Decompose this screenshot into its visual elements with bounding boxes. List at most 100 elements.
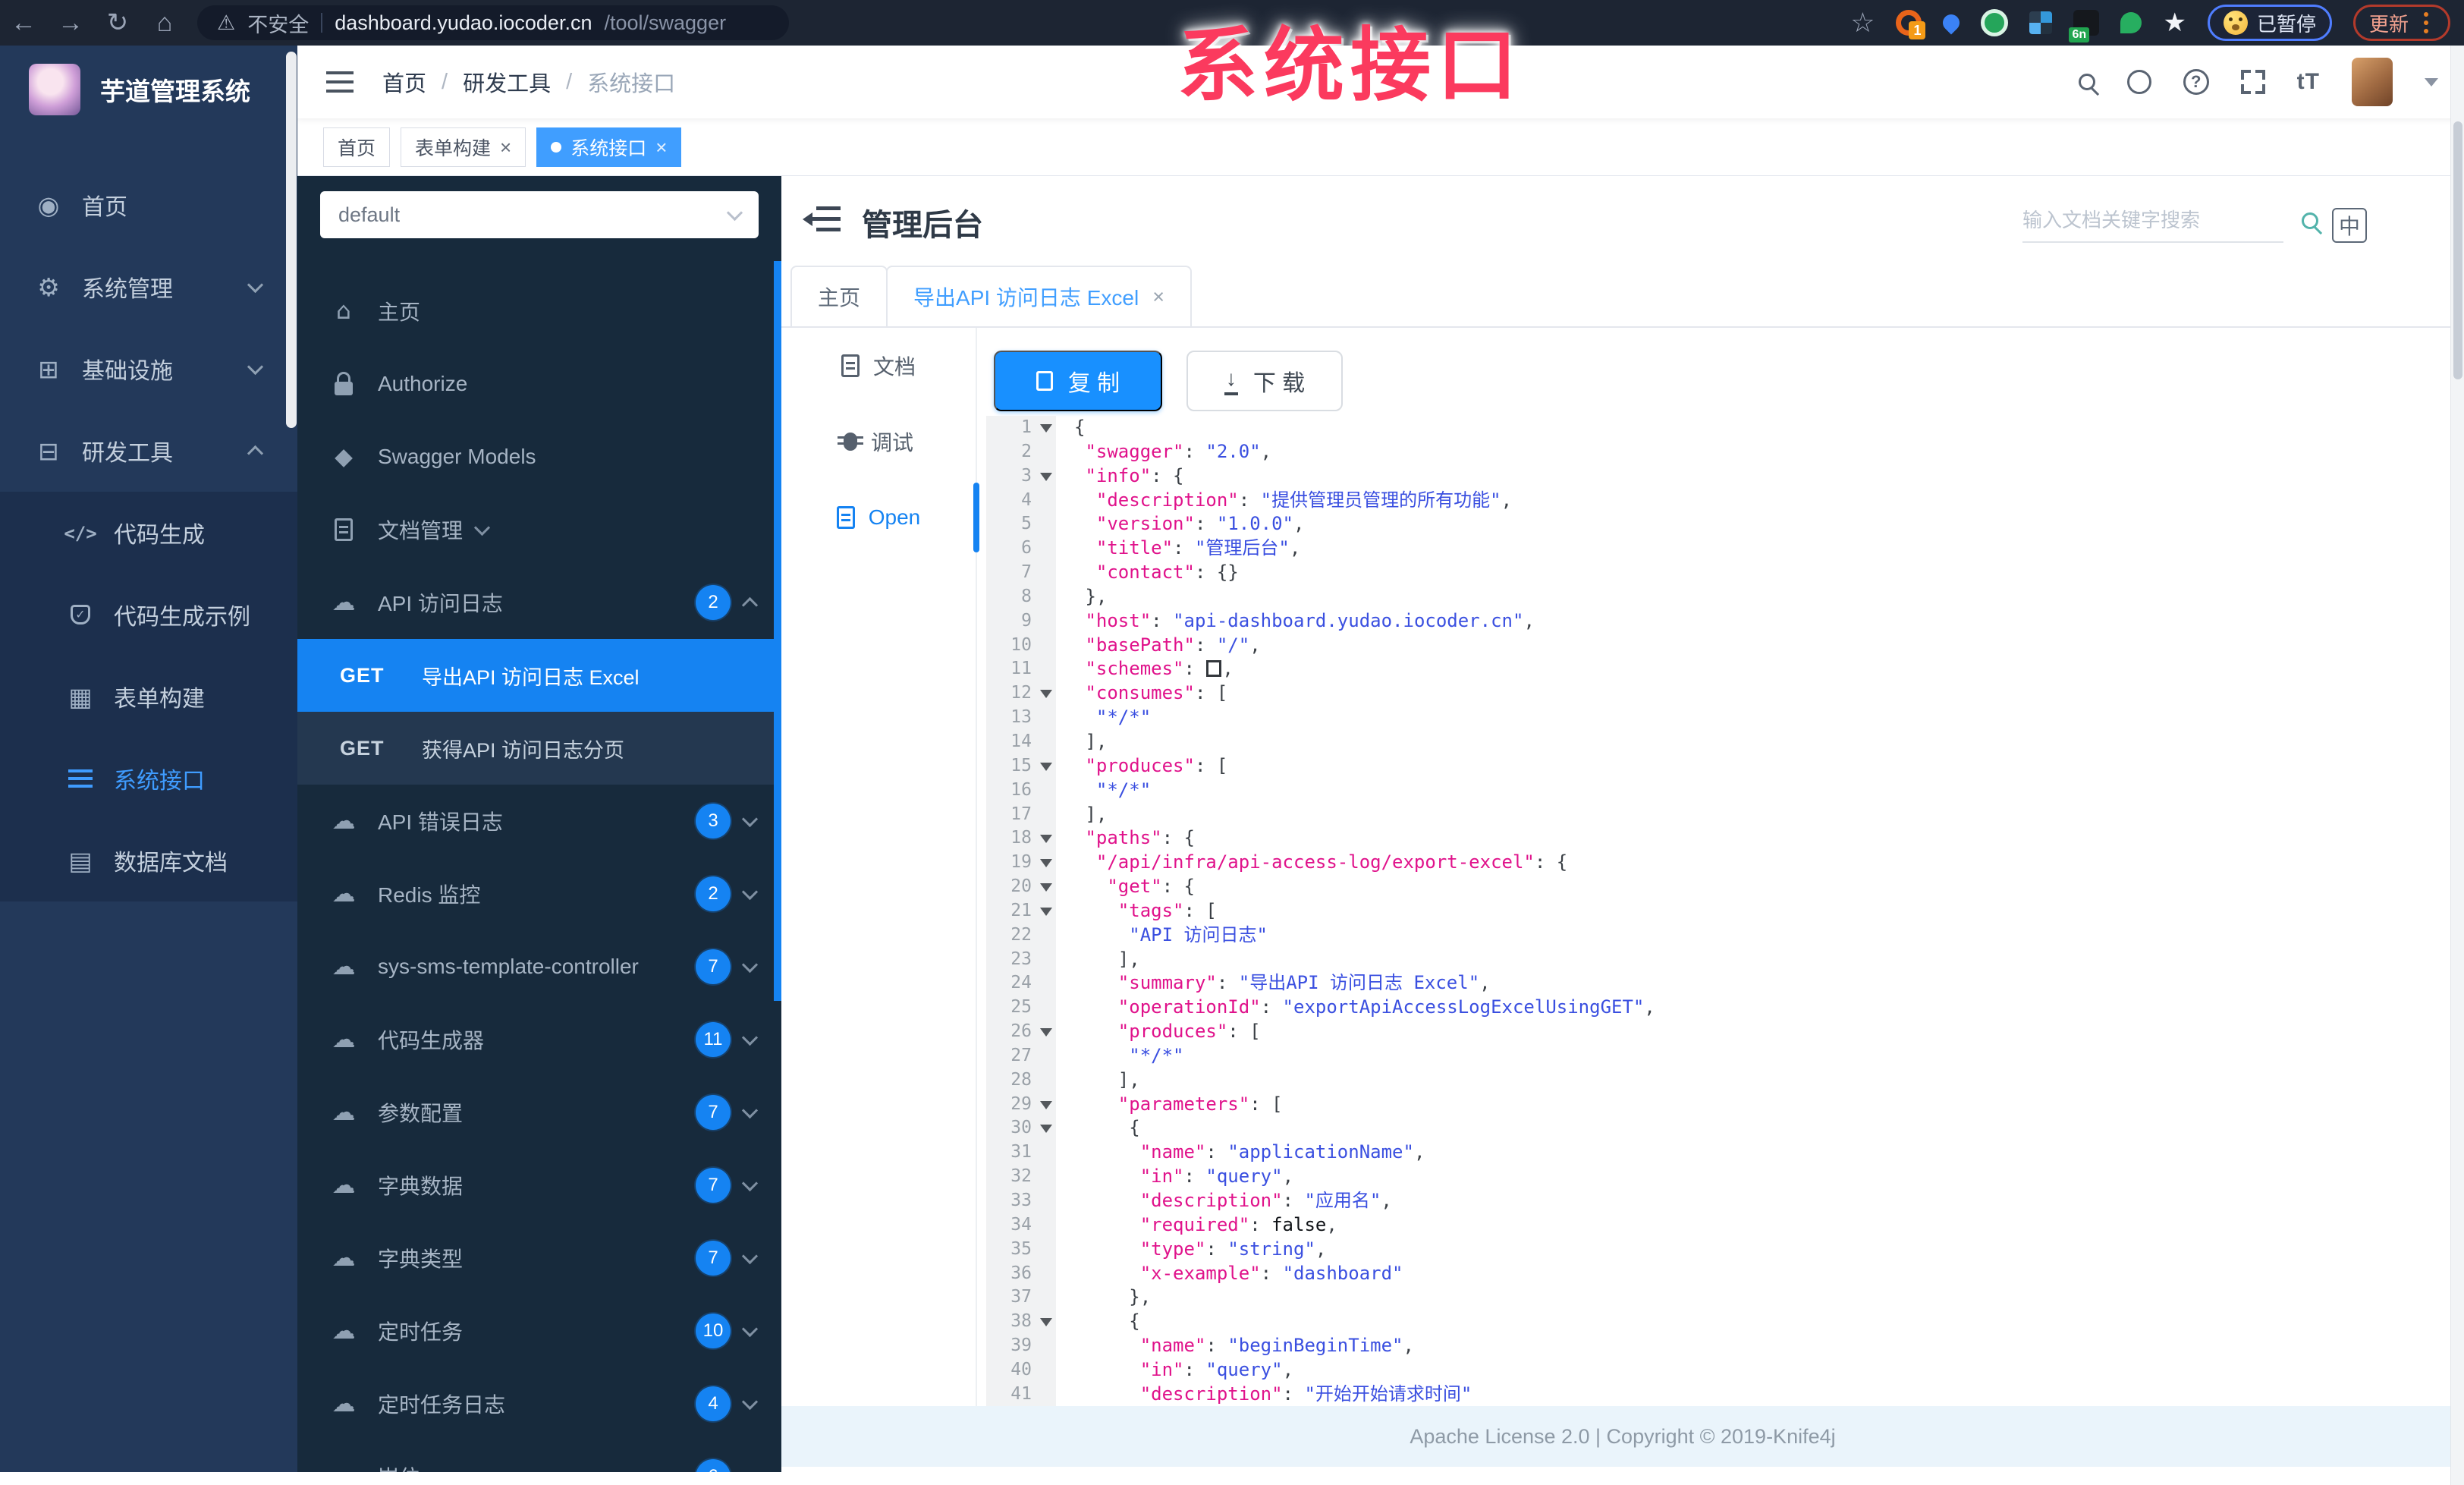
tags-view-bar: 首页 表单构建 × 系统接口 ×: [297, 118, 2464, 176]
chevron-down-icon: [741, 1393, 759, 1410]
user-avatar[interactable]: [2352, 58, 2393, 106]
operation-item-0[interactable]: GET 导出API 访问日志 Excel: [297, 639, 781, 712]
tag-1[interactable]: 表单构建 ×: [401, 127, 526, 167]
insecure-warning-icon: ⚠: [217, 11, 236, 34]
sidebar-subitem-3[interactable]: 系统接口: [0, 738, 297, 820]
swagger-item-8[interactable]: ☁ 代码生成器 11: [297, 1003, 781, 1076]
browser-reload-icon[interactable]: ↻: [94, 0, 141, 46]
address-bar[interactable]: ⚠ 不安全 dashboard.yudao.iocoder.cn/tool/sw…: [197, 5, 789, 40]
extension-orange-icon[interactable]: 1: [1896, 10, 1926, 39]
swagger-item-11[interactable]: ☁ 字典类型 7: [297, 1222, 781, 1295]
doc-tab-0[interactable]: 主页: [790, 266, 888, 326]
swagger-item-1[interactable]: Authorize: [297, 348, 781, 420]
hamburger-icon[interactable]: [326, 71, 354, 93]
line-number: 3: [986, 464, 1056, 489]
swagger-item-13[interactable]: ☁ 定时任务日志 4: [297, 1367, 781, 1440]
search-icon[interactable]: [2078, 74, 2095, 90]
swagger-item-4[interactable]: ☁ API 访问日志 2: [297, 566, 781, 639]
sidebar-subitem-1[interactable]: 代码生成示例: [0, 574, 297, 656]
sidebar-item-3[interactable]: ⊟ 研发工具: [0, 410, 297, 492]
extension-pin-icon[interactable]: [1939, 11, 1964, 35]
code-content: "API 访问日志": [1129, 923, 1268, 945]
code-content: "required": false,: [1139, 1213, 1337, 1235]
operation-item-1[interactable]: GET 获得API 访问日志分页: [297, 712, 781, 785]
bookmark-star-icon[interactable]: ☆: [1850, 7, 1875, 39]
fold-toggle-icon[interactable]: [1040, 859, 1052, 868]
fold-toggle-icon[interactable]: [1040, 1125, 1052, 1134]
doc-search-input[interactable]: [2022, 199, 2283, 241]
close-icon[interactable]: ×: [500, 137, 511, 157]
doc-tab-1[interactable]: 导出API 访问日志 Excel ×: [886, 266, 1192, 326]
doc-search-icon[interactable]: [2302, 212, 2318, 229]
code-content: "*/*": [1095, 706, 1152, 728]
doc-nav-调试[interactable]: 调试: [781, 404, 976, 480]
doc-nav-open[interactable]: Open: [781, 480, 976, 555]
swagger-item-10[interactable]: ☁ 字典数据 7: [297, 1149, 781, 1222]
fold-toggle-icon[interactable]: [1040, 835, 1052, 844]
chevron-down-icon: [473, 519, 491, 536]
fullscreen-icon[interactable]: [2240, 70, 2265, 94]
swagger-item-2[interactable]: ◆ Swagger Models: [297, 420, 781, 493]
breadcrumb-devtools[interactable]: 研发工具: [463, 66, 551, 98]
sidebar-item-2[interactable]: ⊞ 基础设施: [0, 328, 297, 410]
browser-home-icon[interactable]: ⌂: [141, 0, 188, 46]
browser-back-icon[interactable]: ←: [0, 0, 47, 46]
github-icon[interactable]: [2126, 70, 2151, 94]
swagger-item-7[interactable]: ☁ sys-sms-template-controller 7: [297, 930, 781, 1003]
close-icon[interactable]: ×: [1152, 285, 1164, 309]
sidebar-item-1[interactable]: ⚙ 系统管理: [0, 246, 297, 328]
extension-leaf-icon[interactable]: [2120, 12, 2142, 33]
fold-toggle-icon[interactable]: [1040, 907, 1052, 916]
extension-grid-icon[interactable]: [2029, 11, 2053, 34]
tag-2[interactable]: 系统接口 ×: [536, 127, 682, 167]
swagger-item-9[interactable]: ☁ 参数配置 7: [297, 1076, 781, 1149]
font-size-icon[interactable]: [2297, 69, 2320, 95]
swagger-item-14[interactable]: ☁ 岗位 6: [297, 1440, 781, 1472]
group-select[interactable]: default: [320, 191, 759, 238]
tag-0[interactable]: 首页: [323, 127, 391, 167]
line-number: 34: [986, 1213, 1056, 1238]
count-badge: 2: [696, 876, 731, 911]
swagger-item-3[interactable]: 文档管理: [297, 493, 781, 566]
paused-profile-pill[interactable]: 已暂停: [2207, 5, 2332, 41]
extension-star-icon[interactable]: ★: [2163, 8, 2186, 38]
code-content: ],: [1074, 948, 1140, 970]
chevron-down-icon[interactable]: [2425, 77, 2438, 87]
swagger-item-12[interactable]: ☁ 定时任务 10: [297, 1295, 781, 1367]
fold-toggle-icon[interactable]: [1040, 1318, 1052, 1327]
code-icon: [64, 520, 97, 546]
fold-toggle-icon[interactable]: [1040, 472, 1052, 481]
fold-toggle-icon[interactable]: [1040, 883, 1052, 892]
sidebar-item-0[interactable]: ◉ 首页: [0, 164, 297, 246]
doc-nav-文档[interactable]: 文档: [781, 328, 976, 404]
update-button[interactable]: 更新: [2352, 5, 2450, 41]
fold-toggle-icon[interactable]: [1040, 1100, 1052, 1109]
close-icon[interactable]: ×: [655, 137, 667, 157]
language-toggle[interactable]: 中: [2332, 208, 2367, 243]
sidebar-subitem-label: 代码生成示例: [114, 605, 250, 630]
fold-toggle-icon[interactable]: [1040, 1028, 1052, 1037]
swagger-sidebar-scrollbar[interactable]: [774, 261, 781, 1001]
sidebar-subitem-4[interactable]: ▤ 数据库文档: [0, 820, 297, 901]
swagger-item-5[interactable]: ☁ API 错误日志 3: [297, 785, 781, 857]
download-button[interactable]: 下 载: [1186, 351, 1343, 411]
extension-green-icon[interactable]: [1981, 9, 2009, 36]
fold-toggle-icon[interactable]: [1040, 424, 1052, 433]
page-scrollbar[interactable]: [2450, 46, 2464, 1485]
code-editor[interactable]: 1{2 "swagger": "2.0", 3 "info": {4 "descr…: [986, 416, 2464, 1407]
fold-toggle-icon[interactable]: [1040, 690, 1052, 699]
sidebar-subitem-0[interactable]: 代码生成: [0, 492, 297, 574]
breadcrumb-home[interactable]: 首页: [382, 66, 426, 98]
help-icon[interactable]: [2183, 69, 2209, 95]
extension-6n-icon[interactable]: 6n: [2069, 10, 2100, 42]
fold-toggle-icon[interactable]: [1040, 762, 1052, 771]
browser-forward-icon[interactable]: →: [47, 0, 94, 46]
collapse-menu-icon[interactable]: [803, 206, 841, 232]
copy-button[interactable]: 复 制: [994, 351, 1162, 411]
sidebar-subitem-2[interactable]: ▦ 表单构建: [0, 656, 297, 738]
sidebar-scrollbar[interactable]: [286, 52, 297, 428]
page-scrollbar-thumb[interactable]: [2453, 121, 2462, 379]
swagger-item-0[interactable]: ⌂ 主页: [297, 275, 781, 348]
swagger-item-6[interactable]: ☁ Redis 监控 2: [297, 857, 781, 930]
browser-menu-icon[interactable]: [2424, 20, 2428, 25]
